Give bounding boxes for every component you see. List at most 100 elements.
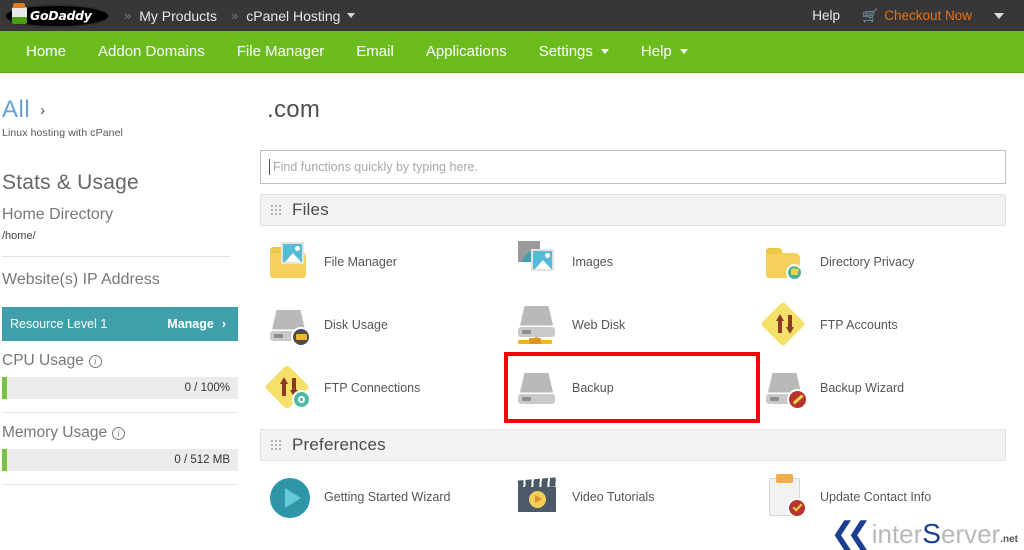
nav-item-applications-label: Applications [426,43,507,60]
section-header-preferences: Preferences [260,429,1006,461]
tile-directory-privacy-label: Directory Privacy [820,255,914,269]
web-disk-icon [516,303,560,347]
sidebar-divider-3 [2,484,238,485]
tile-getting-started-wizard-label: Getting Started Wizard [324,490,450,504]
godaddy-logo[interactable]: GoDaddy [4,4,110,28]
sidebar: All › Linux hosting with cPanel Stats & … [0,74,240,549]
tile-grid-preferences: Getting Started Wizard Video Tutorials U… [260,465,1006,528]
ftp-accounts-icon [764,303,808,347]
tile-video-tutorials[interactable]: Video Tutorials [508,465,756,528]
tile-ftp-connections[interactable]: FTP Connections [260,356,508,419]
resource-level-label: Resource Level 1 [10,317,107,331]
info-icon[interactable]: i [89,355,102,368]
nav-item-settings-label: Settings [539,43,593,60]
chevron-down-icon [680,49,688,54]
search-input[interactable] [271,152,1005,182]
search-box[interactable] [260,150,1006,184]
main-navigation: Home Addon Domains File Manager Email Ap… [0,31,1024,73]
chevron-down-icon [601,49,609,54]
godaddy-mascot-icon [12,7,27,24]
page-title: .com [267,96,1008,124]
breadcrumb-my-products[interactable]: My Products [139,8,217,24]
sidebar-subtitle: Linux hosting with cPanel [2,127,234,139]
breadcrumb-separator-2: » [231,8,236,23]
chevron-right-icon: › [222,317,226,331]
tile-web-disk[interactable]: Web Disk [508,293,756,356]
tile-backup-label: Backup [572,381,614,395]
grip-dots-icon[interactable] [271,205,282,216]
tile-update-contact-info[interactable]: Update Contact Info [756,465,1004,528]
memory-usage-value: 0 / 512 MB [174,454,230,466]
nav-item-email[interactable]: Email [340,43,410,60]
tile-backup-wizard-label: Backup Wizard [820,381,904,395]
tile-disk-usage-label: Disk Usage [324,318,388,332]
sidebar-ip-label: Website(s) IP Address [2,271,234,289]
tile-images[interactable]: Images [508,230,756,293]
nav-item-settings[interactable]: Settings [523,43,625,60]
tile-directory-privacy[interactable]: Directory Privacy [756,230,1004,293]
tile-file-manager[interactable]: File Manager [260,230,508,293]
cpu-usage-meter: 0 / 100% [2,377,238,399]
sidebar-stats-heading: Stats & Usage [2,171,234,195]
sidebar-divider [2,256,230,257]
nav-item-home-label: Home [26,43,66,60]
memory-usage-label: Memory Usage [2,424,107,442]
help-link[interactable]: Help [812,8,840,23]
godaddy-wordmark: GoDaddy [30,8,92,23]
nav-item-home[interactable]: Home [10,43,82,60]
tile-backup-wizard[interactable]: Backup Wizard [756,356,1004,419]
chevron-down-icon [347,13,355,18]
sidebar-home-directory-value: /home/ [2,230,234,242]
tile-file-manager-label: File Manager [324,255,397,269]
nav-item-addon-domains[interactable]: Addon Domains [82,43,221,60]
cpu-usage-value: 0 / 100% [185,382,230,394]
images-icon [516,240,560,284]
tile-grid-files: File Manager Images Directory Privacy Di… [260,230,1006,419]
tile-ftp-accounts[interactable]: FTP Accounts [756,293,1004,356]
breadcrumb-separator-1: » [124,8,129,23]
tile-backup[interactable]: Backup [508,356,756,419]
tile-ftp-connections-label: FTP Connections [324,381,420,395]
grip-dots-icon[interactable] [271,440,282,451]
tile-getting-started-wizard[interactable]: Getting Started Wizard [260,465,508,528]
memory-usage-label-row: Memory Usage i [2,424,234,442]
nav-item-file-manager-label: File Manager [237,43,325,60]
nav-item-help[interactable]: Help [625,43,704,60]
directory-privacy-icon [764,240,808,284]
section-header-files: Files [260,194,1006,226]
breadcrumb-cpanel-hosting[interactable]: cPanel Hosting [246,8,355,24]
ftp-connections-icon [268,366,312,410]
video-tutorials-icon [516,475,560,519]
tile-images-label: Images [572,255,613,269]
nav-item-file-manager[interactable]: File Manager [221,43,341,60]
tile-video-tutorials-label: Video Tutorials [572,490,654,504]
backup-wizard-icon [764,366,808,410]
top-bar-right-group: Help 🛒 Checkout Now [812,8,1024,24]
resource-level-banner[interactable]: Resource Level 1 Manage › [2,307,238,341]
chevron-right-icon: › [40,102,45,119]
main-content: .com Files File Manager Images [240,74,1024,549]
text-cursor [269,159,270,175]
top-bar: GoDaddy » My Products » cPanel Hosting H… [0,0,1024,31]
getting-started-wizard-icon [268,475,312,519]
section-title-files: Files [292,200,329,220]
info-icon[interactable]: i [112,427,125,440]
tile-disk-usage[interactable]: Disk Usage [260,293,508,356]
sidebar-home-directory-label: Home Directory [2,206,234,224]
backup-icon [516,366,560,410]
nav-item-email-label: Email [356,43,394,60]
cpu-usage-label: CPU Usage [2,352,84,370]
sidebar-all-link[interactable]: All › [2,96,234,124]
checkout-now-link[interactable]: 🛒 Checkout Now [862,8,972,24]
memory-usage-meter: 0 / 512 MB [2,449,238,471]
file-manager-icon [268,240,312,284]
disk-usage-icon [268,303,312,347]
breadcrumb-cpanel-hosting-label: cPanel Hosting [246,8,340,24]
nav-item-applications[interactable]: Applications [410,43,523,60]
account-chevron-down-icon[interactable] [994,13,1004,19]
nav-item-addon-domains-label: Addon Domains [98,43,205,60]
manage-button[interactable]: Manage › [167,317,226,331]
sidebar-divider-2 [2,412,238,413]
nav-item-help-label: Help [641,43,672,60]
checkout-now-label: Checkout Now [884,8,972,23]
